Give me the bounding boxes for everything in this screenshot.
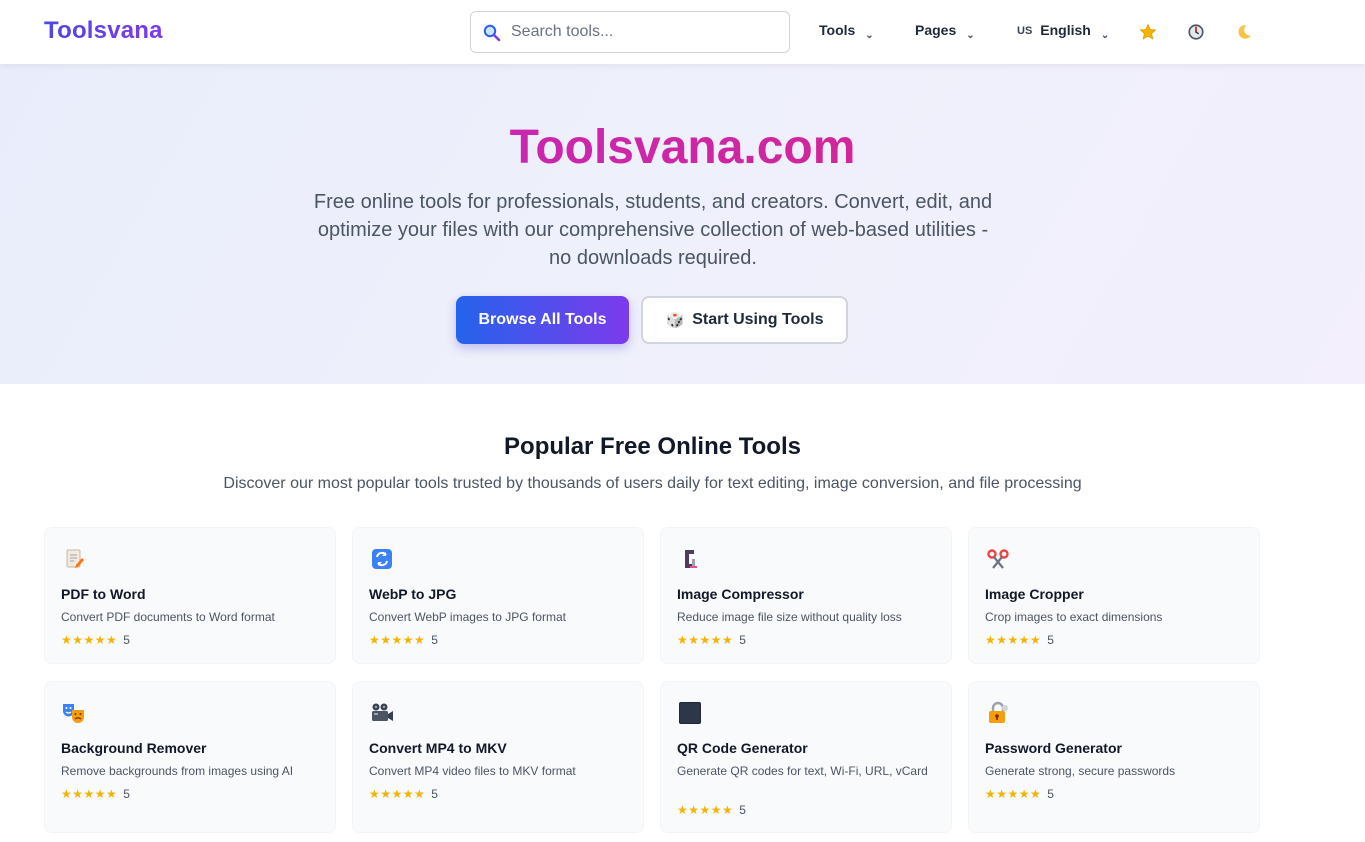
clamp-icon xyxy=(677,546,703,572)
tool-card-rating: ★★★★★ 5 xyxy=(61,633,130,647)
tool-card-title: Convert MP4 to MKV xyxy=(369,740,507,756)
tool-card-description: Convert PDF documents to Word format xyxy=(61,610,275,624)
nav-pages-label: Pages xyxy=(915,22,957,38)
theater-masks-icon xyxy=(61,700,87,726)
scissors-icon xyxy=(985,546,1011,572)
language-label: English xyxy=(1040,22,1091,38)
tool-card-description: Generate strong, secure passwords xyxy=(985,764,1176,778)
search-input[interactable] xyxy=(511,20,781,44)
tool-card-rating: ★★★★★ 5 xyxy=(985,633,1054,647)
rating-stars: ★★★★★ xyxy=(369,787,426,801)
moon-icon[interactable] xyxy=(1234,22,1254,42)
nav-tools-label: Tools xyxy=(819,22,856,38)
tool-card-rating: ★★★★★ 5 xyxy=(369,787,438,801)
tool-card-image-cropper[interactable]: Image Cropper Crop images to exact dimen… xyxy=(968,527,1260,664)
memo-icon xyxy=(61,546,87,572)
popular-tools-subtitle: Discover our most popular tools trusted … xyxy=(223,475,1082,492)
search-box[interactable] xyxy=(470,11,790,53)
rating-value: 5 xyxy=(431,787,438,801)
us-flag-icon: US xyxy=(1017,25,1033,37)
nav-pages-menu[interactable]: Pages ⌄ xyxy=(915,22,975,41)
tool-card-description: Remove backgrounds from images using AI xyxy=(61,764,294,778)
chevron-down-icon: ⌄ xyxy=(966,30,975,41)
tool-card-image-compressor[interactable]: Image Compressor Reduce image file size … xyxy=(660,527,952,664)
tool-card-title: WebP to JPG xyxy=(369,586,457,602)
site-header: Toolsvana Tools ⌄ Pages ⌄ US English ⌄ xyxy=(0,0,1365,64)
tool-card-title: PDF to Word xyxy=(61,586,146,602)
tool-card-description: Convert MP4 video files to MKV format xyxy=(369,764,576,778)
tool-card-rating: ★★★★★ 5 xyxy=(985,787,1054,801)
refresh-icon xyxy=(369,546,395,572)
rating-value: 5 xyxy=(1047,787,1054,801)
search-icon xyxy=(483,24,501,42)
tool-card-title: Image Cropper xyxy=(985,586,1084,602)
tool-card-description: Generate QR codes for text, Wi-Fi, URL, … xyxy=(677,764,928,778)
tool-card-title: Background Remover xyxy=(61,740,207,756)
tool-card-background-remover[interactable]: Background Remover Remove backgrounds fr… xyxy=(44,681,336,833)
rating-value: 5 xyxy=(1047,633,1054,647)
site-logo[interactable]: Toolsvana xyxy=(44,17,163,45)
tool-card-qr-code-generator[interactable]: QR Code Generator Generate QR codes for … xyxy=(660,681,952,833)
history-clock-icon[interactable] xyxy=(1186,22,1206,42)
lock-icon xyxy=(985,700,1011,726)
tool-card-pdf-to-word[interactable]: PDF to Word Convert PDF documents to Wor… xyxy=(44,527,336,664)
start-using-tools-button[interactable]: 🎲 Start Using Tools xyxy=(641,296,848,344)
rating-stars: ★★★★★ xyxy=(985,787,1042,801)
chevron-down-icon: ⌄ xyxy=(1100,30,1110,41)
hero-subtitle: Free online tools for professionals, stu… xyxy=(313,191,993,269)
rating-value: 5 xyxy=(739,633,746,647)
chevron-down-icon: ⌄ xyxy=(865,30,874,41)
language-selector[interactable]: US English ⌄ xyxy=(1017,22,1109,41)
rating-stars: ★★★★★ xyxy=(677,803,734,817)
rating-stars: ★★★★★ xyxy=(985,633,1042,647)
tool-card-description: Convert WebP images to JPG format xyxy=(369,610,566,624)
tool-card-convert-mp4-to-mkv[interactable]: Convert MP4 to MKV Convert MP4 video fil… xyxy=(352,681,644,833)
rating-stars: ★★★★★ xyxy=(61,787,118,801)
black-square-icon xyxy=(677,700,703,726)
rating-stars: ★★★★★ xyxy=(677,633,734,647)
film-camera-icon xyxy=(369,700,395,726)
start-using-tools-label: Start Using Tools xyxy=(692,311,824,328)
tool-card-description: Crop images to exact dimensions xyxy=(985,610,1163,624)
tool-card-title: QR Code Generator xyxy=(677,740,808,756)
tool-card-password-generator[interactable]: Password Generator Generate strong, secu… xyxy=(968,681,1260,833)
nav-tools-menu[interactable]: Tools ⌄ xyxy=(819,22,874,41)
hero-section: Toolsvana.com Free online tools for prof… xyxy=(0,64,1365,384)
rating-stars: ★★★★★ xyxy=(369,633,426,647)
tool-card-description: Reduce image file size without quality l… xyxy=(677,610,902,624)
tool-card-rating: ★★★★★ 5 xyxy=(61,787,130,801)
rating-value: 5 xyxy=(739,803,746,817)
tool-card-rating: ★★★★★ 5 xyxy=(369,633,438,647)
dice-icon: 🎲 xyxy=(665,312,685,329)
tool-card-rating: ★★★★★ 5 xyxy=(677,633,746,647)
tool-card-title: Image Compressor xyxy=(677,586,804,602)
tool-card-webp-to-jpg[interactable]: WebP to JPG Convert WebP images to JPG f… xyxy=(352,527,644,664)
rating-value: 5 xyxy=(123,633,130,647)
rating-stars: ★★★★★ xyxy=(61,633,118,647)
tool-card-rating: ★★★★★ 5 xyxy=(677,803,746,817)
rating-value: 5 xyxy=(123,787,130,801)
popular-tools-heading: Popular Free Online Tools xyxy=(504,433,801,460)
browse-all-tools-button[interactable]: Browse All Tools xyxy=(456,296,629,344)
rating-value: 5 xyxy=(431,633,438,647)
tool-card-title: Password Generator xyxy=(985,740,1122,756)
star-icon[interactable] xyxy=(1138,22,1158,42)
hero-title: Toolsvana.com xyxy=(0,120,1365,175)
